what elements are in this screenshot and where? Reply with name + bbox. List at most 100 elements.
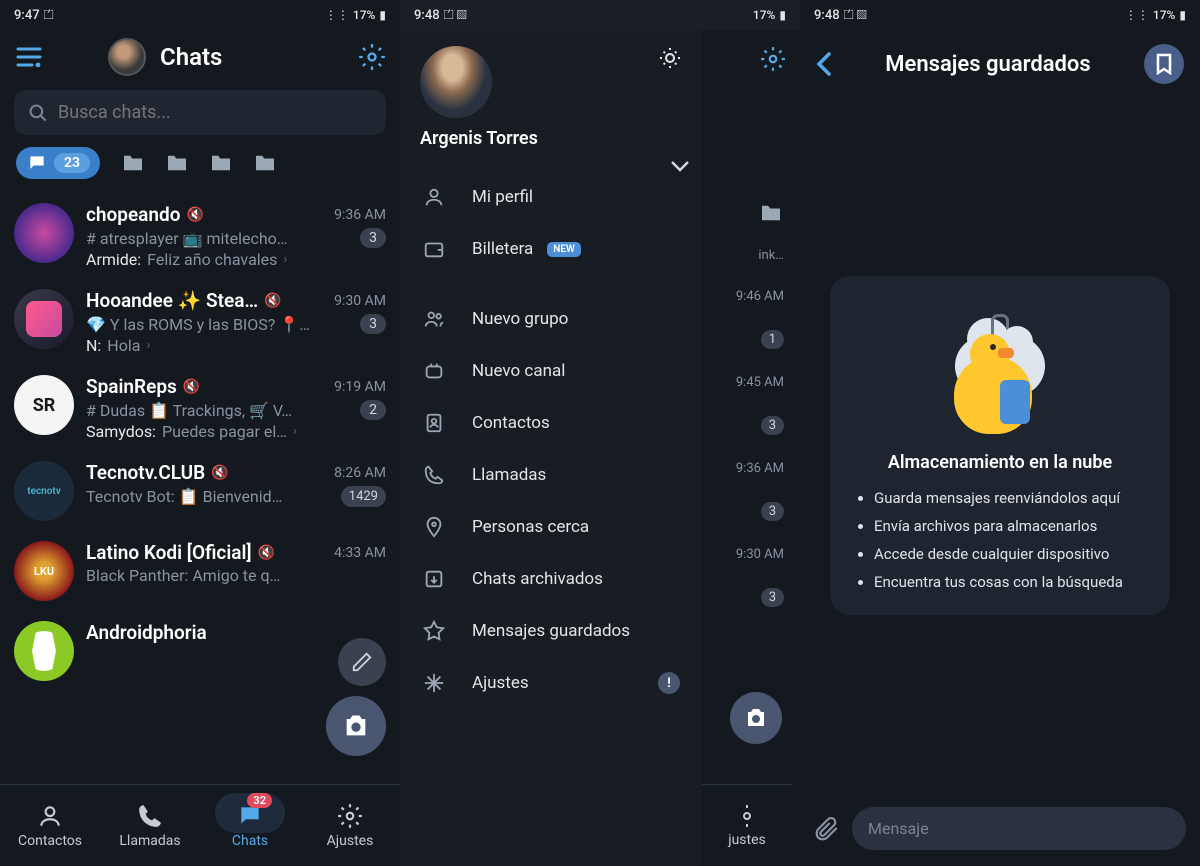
profile-name: Argenis Torres [400,128,702,149]
chat-item[interactable]: Latino Kodi [Oficial]🔇4:33 AM Black Pant… [0,531,400,611]
drawer-label: Llamadas [472,465,546,485]
chat-topic: 💎 Y las ROMS y las BIOS? 📍… [86,315,310,334]
chat-avatar [14,375,74,435]
chat-item[interactable]: SpainReps🔇9:19 AM # Dudas 📋 Trackings, 🛒… [0,365,400,451]
saved-messages-screen: 9:48⏍ ▧ ⋮⋮17%▮ Mensajes guardados Almace… [800,0,1200,866]
drawer-settings[interactable]: Ajustes! [400,657,702,709]
search-icon [28,103,48,123]
drawer-wallet[interactable]: BilleteraNEW [400,223,702,275]
mute-icon: 🔇 [211,465,228,481]
folder-icon[interactable] [760,204,782,222]
drawer-label: Personas cerca [472,517,589,537]
chat-time: 4:33 AM [334,545,386,561]
chat-icon [26,153,48,173]
profile-avatar[interactable] [108,38,146,76]
profile-avatar[interactable] [420,46,492,118]
theme-toggle-icon[interactable] [658,46,682,70]
drawer-label: Ajustes [472,673,529,693]
wifi-icon: ⋮⋮ [325,8,349,22]
attach-icon[interactable] [814,816,840,842]
compose-button[interactable] [338,638,386,686]
message-input[interactable]: Mensaje [852,807,1186,850]
battery-pct: 17% [1153,8,1175,22]
chat-preview: Feliz año chavales [147,250,277,269]
nav-settings-partial[interactable]: justes [702,784,792,866]
gear-icon[interactable] [760,46,786,72]
group-icon [422,307,446,331]
bookmark-button[interactable] [1144,44,1184,84]
unread-badge: 3 [360,314,386,334]
peek-time: 9:45 AM [736,375,784,390]
unread-badge: 1429 [341,486,386,507]
phone-icon [422,463,446,487]
empty-state: Almacenamiento en la nube Guarda mensaje… [800,94,1200,797]
all-chats-pill[interactable]: 23 [16,147,100,179]
saved-header: Mensajes guardados [800,30,1200,94]
drawer-new-group[interactable]: Nuevo grupo [400,293,702,345]
chat-name: chopeando [86,203,180,226]
chat-time: 9:36 AM [334,207,386,223]
drawer-saved[interactable]: Mensajes guardados [400,605,702,657]
nav-label: Chats [232,833,268,849]
chat-name: Latino Kodi [Oficial] [86,541,252,564]
nav-calls[interactable]: Llamadas [100,785,200,866]
drawer-label: Nuevo canal [472,361,565,381]
peek-badge: 3 [761,588,784,607]
unread-badge: 3 [360,228,386,248]
chat-item[interactable]: Tecnotv.CLUB🔇8:26 AM Tecnotv Bot: 📋 Bien… [0,451,400,531]
gear-icon[interactable] [358,43,386,71]
menu-icon[interactable] [14,42,44,72]
folder-icon[interactable] [166,154,188,172]
drawer-list: Mi perfil BilleteraNEW Nuevo grupo Nuevo… [400,171,702,709]
channel-icon [422,359,446,383]
drawer-archived[interactable]: Chats archivados [400,553,702,605]
nav-settings[interactable]: Ajustes [300,785,400,866]
status-bar: 9:48⏍ ▧ 17%▮ [400,0,800,30]
mute-icon: 🔇 [183,379,200,395]
bottom-nav: Contactos Llamadas 32 Chats Ajustes [0,784,400,866]
page-title: Chats [160,43,222,71]
chat-avatar [14,541,74,601]
folder-icon[interactable] [122,154,144,172]
drawer-new-channel[interactable]: Nuevo canal [400,345,702,397]
back-button[interactable] [816,51,832,77]
list-item: Guarda mensajes reenviándolos aquí [874,489,1146,507]
chat-item[interactable]: Hooandee ✨ Stea…🔇9:30 AM 💎 Y las ROMS y … [0,279,400,365]
peek-time: 9:30 AM [736,547,784,562]
chat-time: 9:30 AM [334,293,386,309]
nav-label: Ajustes [327,833,374,849]
nav-chats[interactable]: 32 Chats [200,785,300,866]
chat-item[interactable]: chopeando🔇9:36 AM # atresplayer 📺 mitele… [0,193,400,279]
battery-icon: ▮ [379,8,386,22]
chat-preview: Hola [107,336,140,355]
drawer-label: Contactos [472,413,550,433]
mute-icon: 🔇 [186,207,203,223]
drawer-profile[interactable]: Mi perfil [400,171,702,223]
folder-icon[interactable] [210,154,232,172]
search-input[interactable] [58,102,372,123]
peek-badge: 1 [761,330,784,349]
cloud-illustration [854,296,1146,446]
nav-badge: 32 [247,793,272,808]
chat-avatar [14,203,74,263]
chats-screen: 9:47⏍ ⋮⋮17%▮ Chats 23 chopeando🔇9:36 AM … [0,0,400,866]
wallet-icon [422,237,446,261]
folder-icon[interactable] [254,154,276,172]
list-item: Envía archivos para almacenarlos [874,517,1146,535]
search-bar[interactable] [14,90,386,135]
drawer-nearby[interactable]: Personas cerca [400,501,702,553]
snowflake-icon [422,671,446,695]
chevron-icon: › [146,338,150,353]
card-title: Almacenamiento en la nube [854,452,1146,473]
drawer-contacts[interactable]: Contactos [400,397,702,449]
nav-contacts[interactable]: Contactos [0,785,100,866]
drawer-calls[interactable]: Llamadas [400,449,702,501]
battery-pct: 17% [353,8,375,22]
camera-button[interactable] [730,692,782,744]
status-bar: 9:47⏍ ⋮⋮17%▮ [0,0,400,30]
person-icon [422,185,446,209]
camera-button[interactable] [326,696,386,756]
stream-icon: ⏍ [44,8,54,23]
chat-preview: Tecnotv Bot: 📋 Bienvenid… [86,487,282,506]
chat-avatar [14,461,74,521]
